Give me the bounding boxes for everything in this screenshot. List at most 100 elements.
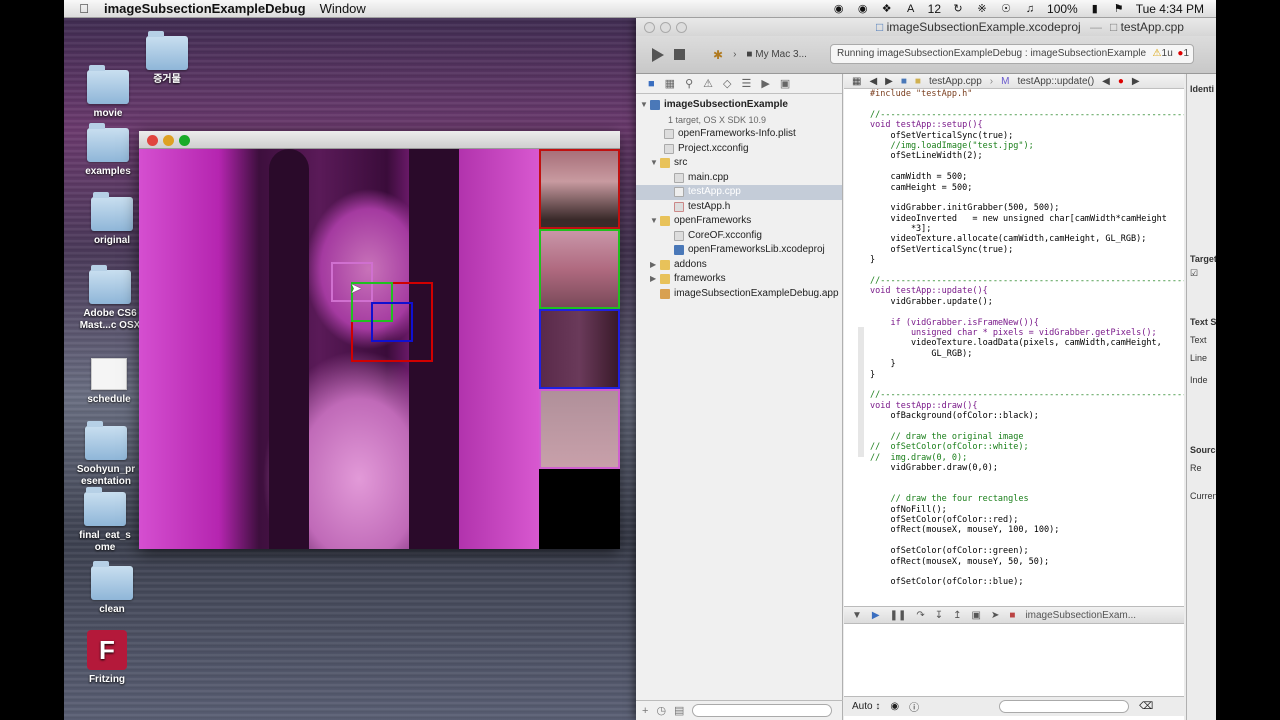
scm-filter-icon[interactable]: ▤ xyxy=(674,704,684,717)
disclosure-open-icon[interactable]: ▼ xyxy=(640,98,650,113)
minimize-button[interactable] xyxy=(660,22,671,33)
tree-item[interactable]: testApp.h xyxy=(636,200,842,215)
jump-bar-symbol[interactable]: testApp::update() xyxy=(1017,76,1094,87)
code-line[interactable]: } xyxy=(870,359,1184,369)
apple-menu-icon[interactable]:  xyxy=(64,1,104,16)
zoom-button[interactable] xyxy=(179,135,190,146)
code-line[interactable] xyxy=(870,484,1184,494)
tree-item-selected[interactable]: testApp.cpp xyxy=(636,185,842,200)
clock[interactable]: Tue 4:34 PM xyxy=(1136,2,1204,16)
window-menu[interactable]: Window xyxy=(320,1,366,16)
find-navigator-icon[interactable]: ⚲ xyxy=(685,77,693,90)
code-line[interactable]: void testApp::update(){ xyxy=(870,286,1184,296)
app-menu[interactable]: imageSubsectionExampleDebug xyxy=(104,1,306,16)
code-area[interactable]: #include "testApp.h" //------------------… xyxy=(844,89,1184,614)
warning-badge[interactable]: ⚠1 xyxy=(1149,45,1167,63)
code-line[interactable] xyxy=(870,567,1184,577)
tree-item[interactable]: Project.xcconfig xyxy=(636,142,842,157)
breakpoints-toggle-icon[interactable]: ▶ xyxy=(872,610,880,621)
folder-crumb-icon[interactable]: ■ xyxy=(915,76,921,87)
bluetooth-icon[interactable]: ※ xyxy=(975,3,989,15)
wifi-icon[interactable]: ☉ xyxy=(999,3,1013,15)
stop-button[interactable] xyxy=(674,49,685,60)
eye-icon[interactable]: ◉ xyxy=(890,701,899,712)
code-line[interactable] xyxy=(870,422,1184,432)
issue-prev-icon[interactable]: ◀ xyxy=(1102,76,1110,87)
desktop-item[interactable]: examples xyxy=(68,123,148,178)
xcode-titlebar[interactable]: □ imageSubsectionExample.xcodeproj — □ t… xyxy=(636,18,1216,36)
code-line[interactable] xyxy=(870,473,1184,483)
app-window[interactable]: ➤ xyxy=(139,131,620,549)
project-crumb-icon[interactable]: ■ xyxy=(901,76,907,87)
disclosure-closed-icon[interactable]: ▶ xyxy=(650,258,660,273)
step-over-icon[interactable]: ↷ xyxy=(916,610,924,621)
xcode-window[interactable]: □ imageSubsectionExample.xcodeproj — □ t… xyxy=(636,18,1216,720)
pause-icon[interactable]: ❚❚ xyxy=(890,610,907,621)
desktop-item[interactable]: Adobe CS6 Mast...c OSX xyxy=(70,265,150,332)
code-line[interactable]: // draw the four rectangles xyxy=(870,494,1184,504)
code-line[interactable]: camHeight = 500; xyxy=(870,183,1184,193)
desktop-item[interactable]: final_eat_some xyxy=(65,487,145,554)
code-line[interactable]: vidGrabber.initGrabber(500, 500); xyxy=(870,203,1184,213)
code-line[interactable] xyxy=(870,162,1184,172)
code-line[interactable]: } xyxy=(870,370,1184,380)
code-line[interactable]: } xyxy=(870,255,1184,265)
code-line[interactable]: ofSetColor(ofColor::blue); xyxy=(870,577,1184,587)
step-out-icon[interactable]: ↥ xyxy=(953,610,961,621)
code-line[interactable]: ofSetLineWidth(2); xyxy=(870,151,1184,161)
debug-navigator-icon[interactable]: ☰ xyxy=(741,77,751,90)
video-canvas[interactable]: ➤ xyxy=(139,149,620,549)
code-line[interactable]: ofSetColor(ofColor::green); xyxy=(870,546,1184,556)
breakpoint-navigator-icon[interactable]: ▶ xyxy=(761,77,769,90)
console-filter-field[interactable] xyxy=(999,700,1130,713)
close-button[interactable] xyxy=(147,135,158,146)
forward-button[interactable]: ▶ xyxy=(885,76,893,87)
variables-scope-popup[interactable]: Auto ↕ xyxy=(852,701,880,712)
code-line[interactable] xyxy=(870,266,1184,276)
code-line[interactable] xyxy=(870,536,1184,546)
code-line[interactable]: ofRect(mouseX, mouseY, 50, 50); xyxy=(870,557,1184,567)
tree-item[interactable]: ▼ src xyxy=(636,156,842,171)
code-line[interactable]: if (vidGrabber.isFrameNew()){ xyxy=(870,318,1184,328)
code-line[interactable]: #include "testApp.h" xyxy=(870,89,1184,99)
flag-icon[interactable]: ⚑ xyxy=(1112,3,1126,15)
symbol-navigator-icon[interactable]: ▦ xyxy=(665,77,675,90)
code-line[interactable] xyxy=(870,380,1184,390)
code-line[interactable]: camWidth = 500; xyxy=(870,172,1184,182)
project-tab[interactable]: □ imageSubsectionExample.xcodeproj xyxy=(876,20,1081,34)
trash-icon[interactable]: ⌫ xyxy=(1139,701,1153,712)
add-icon[interactable]: + xyxy=(642,705,648,717)
related-items-icon[interactable]: ▦ xyxy=(852,76,861,87)
issue-navigator-icon[interactable]: ⚠ xyxy=(703,77,713,90)
code-line[interactable] xyxy=(870,307,1184,317)
code-line[interactable]: *3]; xyxy=(870,224,1184,234)
close-button[interactable] xyxy=(644,22,655,33)
code-line[interactable]: // draw the original image xyxy=(870,432,1184,442)
code-line[interactable]: unsigned char * pixels = vidGrabber.getP… xyxy=(870,328,1184,338)
adobe-icon[interactable]: A xyxy=(904,3,918,15)
code-line[interactable] xyxy=(870,99,1184,109)
camera-icon[interactable]: ◉ xyxy=(856,3,870,15)
tree-item[interactable]: ▼ imageSubsectionExample xyxy=(636,98,842,113)
tree-item[interactable]: openFrameworksLib.xcodeproj xyxy=(636,243,842,258)
back-button[interactable]: ◀ xyxy=(869,76,877,87)
error-badge[interactable]: ●1 xyxy=(1174,45,1189,63)
issue-next-icon[interactable]: ▶ xyxy=(1132,76,1140,87)
debug-target-label[interactable]: imageSubsectionExam... xyxy=(1025,610,1136,621)
desktop-item[interactable]: Soohyun_presentation xyxy=(66,421,146,488)
code-line[interactable]: // img.draw(0, 0); xyxy=(870,453,1184,463)
code-line[interactable]: ofRect(mouseX, mouseY, 100, 100); xyxy=(870,525,1184,535)
tree-item[interactable]: imageSubsectionExampleDebug.app xyxy=(636,287,842,302)
code-line[interactable]: //img.loadImage("test.jpg"); xyxy=(870,141,1184,151)
desktop-item[interactable]: clean xyxy=(72,561,152,616)
window-titlebar[interactable] xyxy=(139,131,620,149)
jump-bar-file[interactable]: testApp.cpp xyxy=(929,76,982,87)
desktop-item[interactable]: F Fritzing xyxy=(67,630,147,686)
desktop-item[interactable]: movie xyxy=(68,65,148,120)
tree-item[interactable]: ▶ addons xyxy=(636,258,842,273)
folder-navigator-icon[interactable]: ■ xyxy=(648,78,655,90)
zoom-button[interactable] xyxy=(676,22,687,33)
test-navigator-icon[interactable]: ◇ xyxy=(723,77,731,90)
code-line[interactable]: //--------------------------------------… xyxy=(870,110,1184,120)
location-icon[interactable]: ➤ xyxy=(991,610,999,621)
